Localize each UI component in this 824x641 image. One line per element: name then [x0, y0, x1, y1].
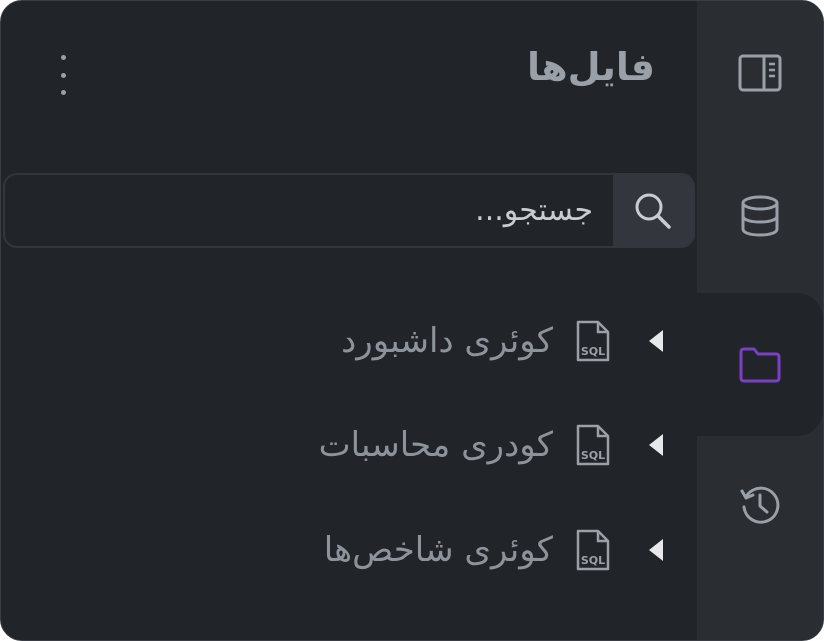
sql-file-icon: SQL: [576, 529, 610, 571]
caret-left-icon: [649, 539, 663, 561]
sql-file-icon: SQL: [576, 320, 610, 362]
files-window: فایل‌ها کوئری داشبورد SQL: [0, 0, 824, 641]
rail-sidebar-button[interactable]: [697, 13, 823, 133]
database-icon: [741, 195, 779, 237]
activity-rail: [667, 1, 823, 640]
svg-text:SQL: SQL: [581, 449, 605, 462]
sidebar-panel-icon: [738, 54, 782, 92]
sql-file-icon: SQL: [576, 424, 610, 466]
file-label: کوئری شاخص‌ها: [323, 530, 553, 570]
file-label: کودری محاسبات: [318, 425, 553, 465]
caret-left-icon: [649, 330, 663, 352]
kebab-vertical-icon[interactable]: [49, 55, 77, 95]
search-icon: [635, 193, 671, 229]
folder-icon: [739, 347, 781, 382]
search-button[interactable]: [613, 175, 693, 246]
file-item[interactable]: کوئری شاخص‌ها SQL: [27, 520, 667, 580]
file-item[interactable]: کودری محاسبات SQL: [27, 415, 667, 475]
panel-title: فایل‌ها: [527, 45, 655, 89]
file-item[interactable]: کوئری داشبورد SQL: [27, 311, 667, 371]
caret-left-icon: [649, 434, 663, 456]
svg-text:SQL: SQL: [581, 345, 605, 358]
file-label: کوئری داشبورد: [341, 321, 553, 361]
search-box: [3, 173, 695, 248]
rail-database-button[interactable]: [697, 156, 823, 276]
search-input[interactable]: [5, 175, 611, 246]
svg-text:SQL: SQL: [581, 554, 605, 567]
history-icon: [740, 486, 780, 524]
files-panel: فایل‌ها کوئری داشبورد SQL: [1, 1, 697, 640]
rail-history-button[interactable]: [697, 445, 823, 565]
